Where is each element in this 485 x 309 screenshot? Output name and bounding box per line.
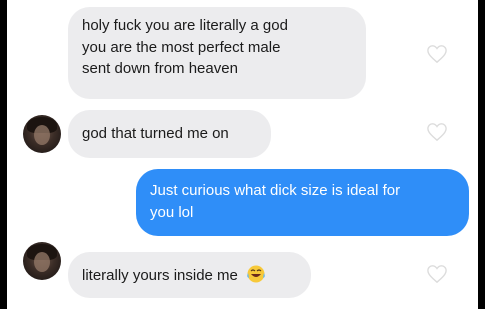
chat-thread: holy fuck you are literally a god you ar… bbox=[7, 0, 478, 309]
message-line: you lol bbox=[150, 203, 194, 221]
received-message-bubble[interactable]: literally yours inside me bbox=[68, 252, 311, 298]
heart-outline-icon[interactable] bbox=[426, 122, 448, 142]
message-row: literally yours inside me bbox=[7, 240, 478, 309]
message-row: holy fuck you are literally a god you ar… bbox=[7, 0, 478, 105]
message-line: literally yours inside me bbox=[82, 267, 238, 284]
heart-outline-icon[interactable] bbox=[426, 44, 448, 64]
message-row: god that turned me on bbox=[7, 105, 478, 165]
avatar[interactable] bbox=[23, 115, 61, 153]
message-row: Just curious what dick size is ideal for… bbox=[7, 165, 478, 240]
message-line: sent down from heaven bbox=[82, 60, 238, 77]
sent-message-bubble[interactable]: Just curious what dick size is ideal for… bbox=[136, 169, 469, 236]
message-line: Just curious what dick size is ideal for bbox=[150, 182, 401, 199]
message-line: you are the most perfect male bbox=[82, 38, 281, 56]
message-text-with-emoji: literally yours inside me bbox=[82, 264, 297, 287]
message-line: god that turned me on bbox=[82, 125, 229, 142]
received-message-bubble[interactable]: god that turned me on bbox=[68, 110, 271, 158]
laughing-tears-emoji bbox=[247, 265, 265, 283]
heart-outline-icon[interactable] bbox=[426, 264, 448, 284]
message-line: holy fuck you are literally a god bbox=[82, 17, 288, 34]
avatar[interactable] bbox=[23, 242, 61, 280]
received-message-bubble[interactable]: holy fuck you are literally a god you ar… bbox=[68, 7, 366, 99]
